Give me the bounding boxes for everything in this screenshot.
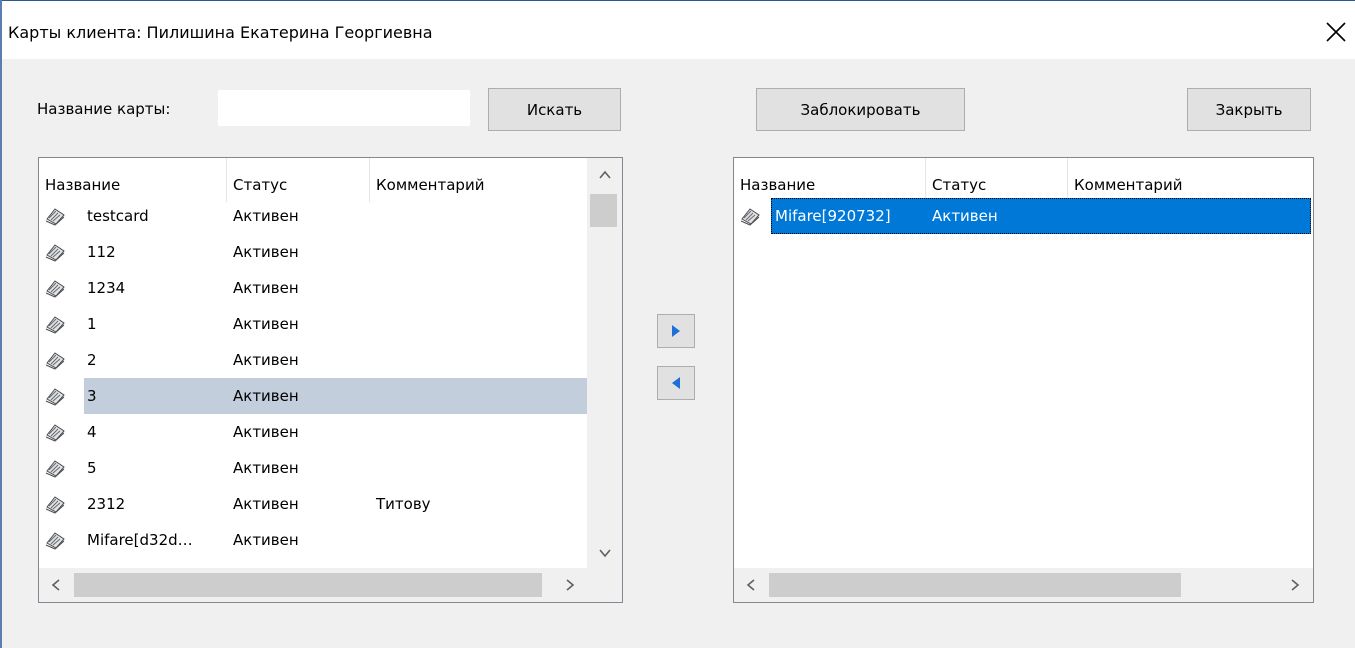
list-item[interactable]: Mifare[d32d… Активен [39, 522, 587, 558]
cell-name: 3 [87, 387, 97, 405]
list-item[interactable]: 1234 Активен [39, 270, 587, 306]
cell-name: 4 [87, 423, 97, 441]
card-icon [44, 350, 66, 370]
available-cards-list[interactable]: Название Статус Комментарий testcard Акти… [38, 157, 623, 603]
search-button[interactable]: Искать [488, 88, 621, 131]
scroll-corner [587, 568, 622, 602]
scroll-thumb[interactable] [74, 573, 542, 597]
block-button[interactable]: Заблокировать [756, 88, 965, 131]
column-header-comment[interactable]: Комментарий [370, 158, 580, 202]
horizontal-scrollbar[interactable] [734, 568, 1313, 602]
cell-status: Активен [233, 531, 299, 549]
cards-dialog: Карты клиента: Пилишина Екатерина Георги… [0, 0, 1355, 648]
list-header: Название Статус Комментарий [734, 158, 1308, 202]
cell-status: Активен [233, 423, 299, 441]
column-header-status[interactable]: Статус [227, 158, 370, 202]
card-icon [44, 386, 66, 406]
cell-name: 2312 [87, 495, 126, 513]
list-header: Название Статус Комментарий [39, 158, 580, 202]
cell-status: Активен [233, 387, 299, 405]
card-icon [44, 458, 66, 478]
card-name-input[interactable] [218, 90, 470, 126]
cell-name: Mifare[920732] [775, 207, 891, 225]
scroll-down-icon[interactable] [598, 546, 612, 560]
list-item[interactable]: 112 Активен [39, 234, 587, 270]
horizontal-scrollbar[interactable] [39, 568, 587, 602]
move-right-button[interactable] [657, 314, 695, 348]
cell-status: Активен [233, 243, 299, 261]
cell-status: Активен [233, 315, 299, 333]
scroll-right-icon[interactable] [1288, 578, 1302, 592]
cell-name: 1 [87, 315, 97, 333]
cell-name: Mifare[d32d… [87, 531, 193, 549]
list-item[interactable]: Mifare[920732] Активен [734, 198, 1313, 234]
scroll-thumb[interactable] [590, 194, 617, 227]
close-button[interactable]: Закрыть [1187, 88, 1311, 131]
list-item[interactable]: 3 Активен [39, 378, 587, 414]
column-header-comment[interactable]: Комментарий [1068, 158, 1308, 202]
scroll-up-icon[interactable] [598, 168, 612, 182]
move-left-button[interactable] [657, 366, 695, 400]
list-item[interactable]: 5 Активен [39, 450, 587, 486]
scroll-left-icon[interactable] [49, 578, 63, 592]
column-header-status[interactable]: Статус [926, 158, 1068, 202]
card-icon [44, 494, 66, 514]
card-icon [44, 206, 66, 226]
window-border-left [0, 0, 2, 648]
client-cards-list[interactable]: Название Статус Комментарий Mifare[92073… [733, 157, 1314, 603]
column-header-name[interactable]: Название [734, 158, 926, 202]
cell-status: Активен [233, 207, 299, 225]
arrow-right-icon [672, 325, 680, 337]
scroll-thumb[interactable] [769, 573, 1181, 597]
card-icon [44, 422, 66, 442]
card-icon [44, 242, 66, 262]
list-item[interactable]: 4 Активен [39, 414, 587, 450]
card-icon [44, 278, 66, 298]
cell-status: Активен [233, 351, 299, 369]
scroll-right-icon[interactable] [563, 578, 577, 592]
cell-comment: Титову [376, 495, 431, 513]
card-icon [44, 530, 66, 550]
cell-name: 112 [87, 243, 116, 261]
cell-name: 2 [87, 351, 97, 369]
list-item[interactable]: testcard Активен [39, 198, 587, 234]
vertical-scrollbar[interactable] [587, 158, 622, 568]
cell-name: 5 [87, 459, 97, 477]
card-name-label: Название карты: [37, 100, 171, 118]
title-bar: Карты клиента: Пилишина Екатерина Георги… [2, 1, 1355, 59]
card-icon [739, 206, 761, 226]
arrow-left-icon [672, 377, 680, 389]
list-item[interactable]: 1 Активен [39, 306, 587, 342]
list-item[interactable]: 2 Активен [39, 342, 587, 378]
window-title: Карты клиента: Пилишина Екатерина Георги… [8, 23, 433, 42]
selection-highlight [84, 378, 587, 414]
close-icon[interactable] [1323, 19, 1349, 45]
card-icon [44, 314, 66, 334]
column-header-name[interactable]: Название [39, 158, 227, 202]
cell-name: testcard [87, 207, 149, 225]
cell-name: 1234 [87, 279, 126, 297]
cell-status: Активен [932, 207, 998, 225]
scroll-left-icon[interactable] [744, 578, 758, 592]
cell-status: Активен [233, 279, 299, 297]
cell-status: Активен [233, 459, 299, 477]
list-item[interactable]: 2312 Активен Титову [39, 486, 587, 522]
cell-status: Активен [233, 495, 299, 513]
